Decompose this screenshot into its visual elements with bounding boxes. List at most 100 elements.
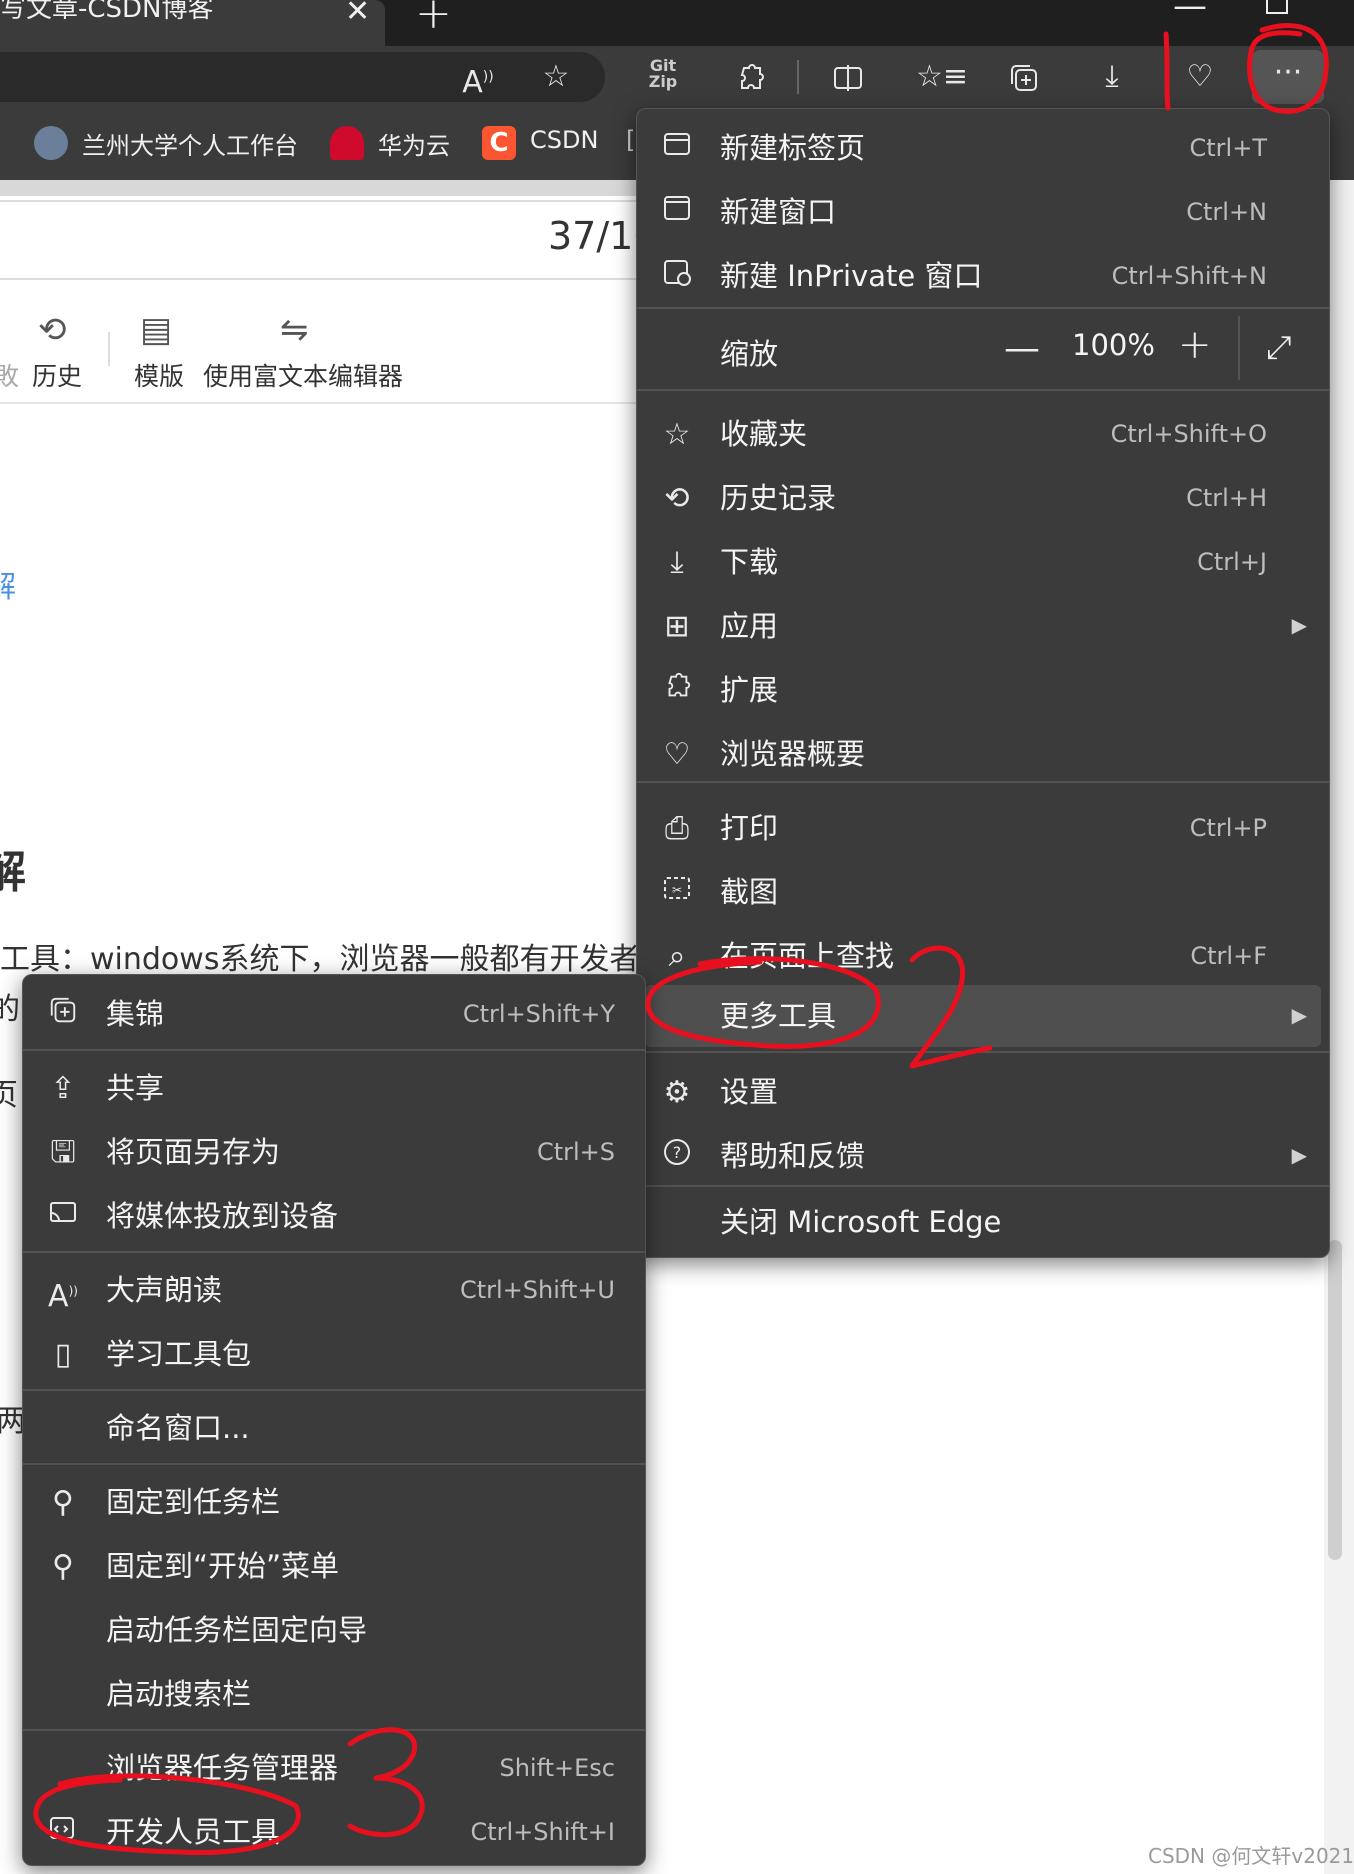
template-icon[interactable]: ▤ bbox=[140, 310, 172, 350]
menu-label: 新建标签页 bbox=[720, 131, 866, 165]
submenu-read-aloud[interactable]: A)) 大声朗读 Ctrl+Shift+U bbox=[23, 1259, 645, 1321]
cast-icon bbox=[43, 1197, 83, 1237]
downloads-icon[interactable]: ⤓ bbox=[1092, 62, 1132, 92]
menu-label: 收藏夹 bbox=[720, 417, 808, 451]
menu-divider bbox=[23, 1729, 645, 1731]
zoom-out-button[interactable]: — bbox=[1004, 328, 1040, 369]
menu-label: 共享 bbox=[106, 1071, 165, 1105]
menu-find-on-page[interactable]: ⌕ 在页面上查找 Ctrl+F bbox=[637, 925, 1329, 987]
submenu-pin-taskbar[interactable]: ⚲ 固定到任务栏 bbox=[23, 1471, 645, 1533]
read-aloud-icon: A)) bbox=[48, 1279, 78, 1314]
tab-close-icon[interactable]: ✕ bbox=[345, 0, 370, 29]
restore-window-icon[interactable] bbox=[1266, 0, 1288, 14]
editor-history-label[interactable]: 历史 bbox=[32, 357, 82, 393]
huawei-logo-icon[interactable] bbox=[330, 126, 364, 160]
title-input[interactable] bbox=[0, 200, 640, 280]
browser-essentials-icon: ♡ bbox=[663, 737, 691, 772]
submenu-search-bar[interactable]: 启动搜索栏 bbox=[23, 1663, 645, 1725]
history-icon[interactable]: ⟲ bbox=[38, 310, 67, 350]
menu-divider bbox=[637, 307, 1329, 309]
extensions-icon[interactable] bbox=[730, 62, 770, 100]
menu-help-feedback[interactable]: ? 帮助和反馈 ▶ bbox=[637, 1125, 1329, 1187]
read-aloud-icon[interactable]: A)) bbox=[458, 62, 498, 98]
menu-shortcut: Ctrl+Shift+O bbox=[1110, 420, 1267, 448]
menu-new-inprivate[interactable]: 新建 InPrivate 窗口 Ctrl+Shift+N bbox=[637, 245, 1329, 307]
new-window-icon bbox=[657, 193, 697, 233]
fullscreen-icon[interactable]: ⤢ bbox=[1266, 328, 1292, 367]
menu-browser-essentials[interactable]: ♡ 浏览器概要 bbox=[637, 723, 1329, 785]
submenu-taskbar-wizard[interactable]: 启动任务栏固定向导 bbox=[23, 1599, 645, 1661]
submenu-save-page[interactable]: 🖫 将页面另存为 Ctrl+S bbox=[23, 1121, 645, 1183]
menu-label: 新建 InPrivate 窗口 bbox=[720, 259, 983, 293]
menu-label: 缩放 bbox=[720, 337, 779, 371]
menu-label: 应用 bbox=[720, 609, 779, 643]
submenu-cast-media[interactable]: 将媒体投放到设备 bbox=[23, 1185, 645, 1247]
menu-downloads[interactable]: ⤓ 下载 Ctrl+J bbox=[637, 531, 1329, 593]
page-paragraph-fragment: 页 bbox=[0, 1078, 18, 1113]
collections-icon[interactable] bbox=[1004, 62, 1044, 100]
menu-label: 截图 bbox=[720, 875, 779, 909]
menu-print[interactable]: ⎙ 打印 Ctrl+P bbox=[637, 797, 1329, 859]
new-tab-button[interactable]: + bbox=[415, 0, 452, 39]
menu-apps[interactable]: ⊞ 应用 ▶ bbox=[637, 595, 1329, 657]
menu-settings[interactable]: ⚙ 设置 bbox=[637, 1061, 1329, 1123]
menu-label: 启动任务栏固定向导 bbox=[106, 1613, 368, 1647]
menu-more-tools[interactable]: 更多工具 ▶ bbox=[645, 985, 1321, 1047]
submenu-collections[interactable]: 集锦 Ctrl+Shift+Y bbox=[23, 983, 645, 1045]
more-icon[interactable]: ··· bbox=[1268, 58, 1308, 88]
csdn-logo-icon[interactable]: C bbox=[482, 126, 516, 160]
lzu-logo-icon[interactable] bbox=[34, 126, 68, 160]
developer-tools-icon bbox=[43, 1813, 83, 1853]
switch-editor-icon[interactable]: ⇋ bbox=[280, 310, 309, 350]
menu-divider bbox=[637, 1051, 1329, 1053]
address-bar[interactable] bbox=[0, 52, 605, 102]
menu-label: 下载 bbox=[720, 545, 779, 579]
menu-label: 浏览器概要 bbox=[720, 737, 866, 771]
editor-richtext-label[interactable]: 使用富文本编辑器 bbox=[203, 357, 403, 393]
zoom-in-button[interactable]: + bbox=[1178, 322, 1212, 368]
submenu-arrow-icon: ▶ bbox=[1291, 613, 1307, 637]
menu-new-tab[interactable]: 新建标签页 Ctrl+T bbox=[637, 117, 1329, 179]
submenu-developer-tools[interactable]: 开发人员工具 Ctrl+Shift+I bbox=[23, 1801, 645, 1863]
favorite-huaweicloud[interactable]: 华为云 bbox=[378, 126, 450, 161]
folder-icon[interactable]: [ bbox=[626, 126, 635, 154]
menu-extensions[interactable]: 扩展 bbox=[637, 659, 1329, 721]
scrollbar-thumb[interactable] bbox=[1328, 1240, 1342, 1560]
page-paragraph-fragment: 的 bbox=[0, 992, 20, 1027]
submenu-learning-tools[interactable]: ▯ 学习工具包 bbox=[23, 1323, 645, 1385]
submenu-name-window[interactable]: 命名窗口... bbox=[23, 1397, 645, 1459]
favorites-icon[interactable]: ☆≡ bbox=[916, 62, 968, 92]
favorite-csdn[interactable]: CSDN bbox=[530, 126, 598, 154]
menu-label: 更多工具 bbox=[720, 999, 837, 1033]
browser-essentials-icon[interactable]: ♡ bbox=[1180, 62, 1220, 92]
menu-new-window[interactable]: 新建窗口 Ctrl+N bbox=[637, 181, 1329, 243]
submenu-share[interactable]: ⇪ 共享 bbox=[23, 1057, 645, 1119]
tab-title[interactable]: 写文章-CSDN博客 bbox=[0, 0, 214, 25]
editor-template-label[interactable]: 模版 bbox=[134, 357, 184, 393]
menu-close-edge[interactable]: 关闭 Microsoft Edge bbox=[637, 1191, 1329, 1253]
menu-history[interactable]: ⟲ 历史记录 Ctrl+H bbox=[637, 467, 1329, 529]
submenu-task-manager[interactable]: 浏览器任务管理器 Shift+Esc bbox=[23, 1737, 645, 1799]
menu-shortcut: Ctrl+Shift+U bbox=[459, 1276, 615, 1304]
menu-label: 将媒体投放到设备 bbox=[106, 1199, 339, 1233]
page-paragraph-line: 工具：windows系统下，浏览器一般都有开发者 bbox=[0, 942, 640, 977]
menu-screenshot[interactable]: ✂ 截图 bbox=[637, 861, 1329, 923]
favorite-star-icon[interactable]: ☆ bbox=[536, 62, 576, 92]
menu-label: 打印 bbox=[720, 811, 779, 845]
more-tools-submenu: 集锦 Ctrl+Shift+Y ⇪ 共享 🖫 将页面另存为 Ctrl+S 将媒体… bbox=[22, 974, 646, 1866]
menu-label: 扩展 bbox=[720, 673, 779, 707]
favorite-lzu[interactable]: 兰州大学个人工作台 bbox=[82, 126, 298, 161]
menu-shortcut: Ctrl+Shift+N bbox=[1111, 262, 1267, 290]
menu-divider bbox=[637, 389, 1329, 391]
menu-shortcut: Ctrl+T bbox=[1189, 134, 1267, 162]
page-heading-fragment: 解 bbox=[0, 847, 26, 898]
download-icon: ⤓ bbox=[670, 545, 684, 580]
menu-shortcut: Ctrl+F bbox=[1190, 942, 1267, 970]
minimize-button[interactable]: — bbox=[1173, 0, 1207, 26]
page-link-fragment[interactable]: 解 bbox=[0, 562, 16, 606]
menu-label: 固定到“开始”菜单 bbox=[106, 1549, 340, 1583]
submenu-pin-start[interactable]: ⚲ 固定到“开始”菜单 bbox=[23, 1535, 645, 1597]
gitzip-icon[interactable]: Git Zip bbox=[643, 58, 683, 90]
split-screen-icon[interactable] bbox=[828, 62, 868, 100]
menu-favorites[interactable]: ☆ 收藏夹 Ctrl+Shift+O bbox=[637, 403, 1329, 465]
